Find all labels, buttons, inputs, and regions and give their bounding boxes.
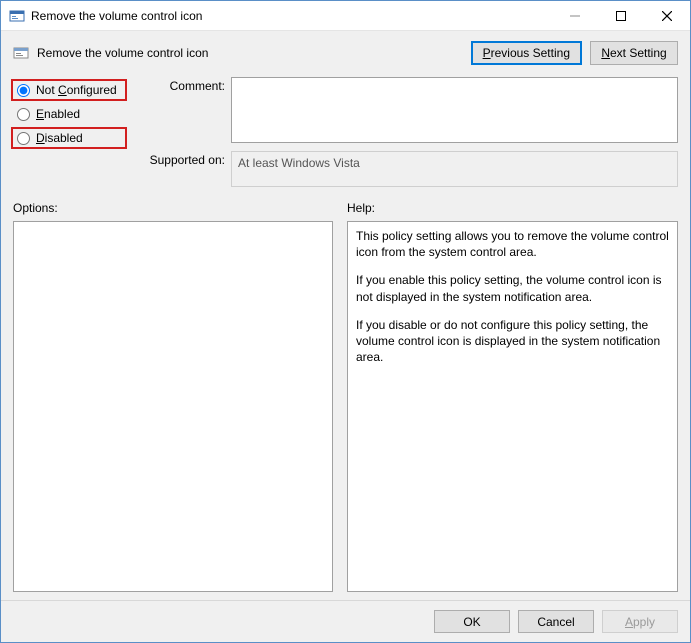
supported-value: At least Windows Vista	[231, 151, 678, 187]
help-paragraph-1: This policy setting allows you to remove…	[356, 228, 669, 260]
radio-not-configured-input[interactable]	[17, 84, 30, 97]
radio-disabled-label: Disabled	[36, 131, 83, 145]
comment-input[interactable]	[231, 77, 678, 143]
radio-group: Not Configured Enabled Disabled	[13, 77, 125, 187]
radio-disabled-input[interactable]	[17, 132, 30, 145]
options-pane	[13, 221, 333, 592]
next-setting-button[interactable]: Next Setting	[590, 41, 678, 65]
maximize-button[interactable]	[598, 1, 644, 30]
titlebar: Remove the volume control icon	[1, 1, 690, 31]
header-row: Remove the volume control icon Previous …	[1, 31, 690, 71]
supported-label: Supported on:	[139, 151, 225, 167]
pane-labels: Options: Help:	[13, 201, 678, 215]
help-pane: This policy setting allows you to remove…	[347, 221, 678, 592]
panes: This policy setting allows you to remove…	[13, 221, 678, 592]
window-title: Remove the volume control icon	[31, 9, 552, 23]
radio-not-configured-label: Not Configured	[36, 83, 117, 97]
supported-row: Supported on: At least Windows Vista	[139, 151, 678, 187]
config-row: Not Configured Enabled Disabled Comment:	[13, 77, 678, 187]
close-button[interactable]	[644, 1, 690, 30]
help-label: Help:	[347, 201, 678, 215]
prev-label-rest: revious Setting	[491, 46, 570, 60]
radio-enabled[interactable]: Enabled	[13, 105, 125, 123]
next-label-rest: ext Setting	[610, 46, 667, 60]
apply-button[interactable]: Apply	[602, 610, 678, 633]
radio-disabled[interactable]: Disabled	[13, 129, 125, 147]
cancel-button[interactable]: Cancel	[518, 610, 594, 633]
policy-title: Remove the volume control icon	[37, 46, 463, 60]
comment-label: Comment:	[139, 77, 225, 93]
help-paragraph-3: If you disable or do not configure this …	[356, 317, 669, 366]
ok-button[interactable]: OK	[434, 610, 510, 633]
dialog-window: Remove the volume control icon Remove th…	[0, 0, 691, 643]
comment-row: Comment:	[139, 77, 678, 143]
radio-not-configured[interactable]: Not Configured	[13, 81, 125, 99]
footer: OK Cancel Apply	[1, 600, 690, 642]
policy-icon	[9, 8, 25, 24]
radio-enabled-label: Enabled	[36, 107, 80, 121]
minimize-button[interactable]	[552, 1, 598, 30]
options-label: Options:	[13, 201, 333, 215]
body-area: Not Configured Enabled Disabled Comment:	[1, 71, 690, 600]
radio-enabled-input[interactable]	[17, 108, 30, 121]
help-paragraph-2: If you enable this policy setting, the v…	[356, 272, 669, 304]
policy-header-icon	[13, 45, 29, 61]
window-controls	[552, 1, 690, 30]
apply-rest: pply	[633, 615, 655, 629]
previous-setting-button[interactable]: Previous Setting	[471, 41, 582, 65]
fields-column: Comment: Supported on: At least Windows …	[139, 77, 678, 187]
